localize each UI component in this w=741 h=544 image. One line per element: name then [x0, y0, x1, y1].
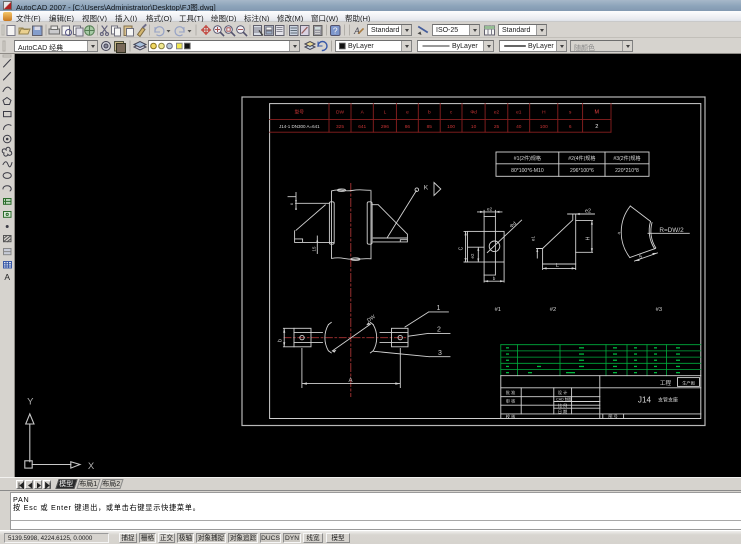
svg-text:L: L — [556, 263, 559, 269]
svg-text:6: 6 — [290, 203, 294, 205]
svg-text:DW: DW — [336, 110, 344, 116]
svg-text:#3(2件)规格: #3(2件)规格 — [613, 155, 640, 162]
svg-text:H: H — [585, 236, 591, 240]
svg-text:a: a — [616, 231, 622, 235]
svg-text:40: 40 — [516, 124, 522, 130]
svg-text:A: A — [361, 110, 365, 116]
svg-text:审 核: 审 核 — [506, 398, 516, 405]
svg-text:296*100*6: 296*100*6 — [570, 168, 594, 174]
svg-text:生产图: 生产图 — [682, 379, 695, 386]
svg-text:校 核: 校 核 — [506, 413, 516, 420]
svg-text:325: 325 — [336, 124, 344, 130]
svg-text:Y: Y — [27, 397, 34, 408]
svg-text:比 例: 比 例 — [558, 402, 568, 409]
svg-text:CAD 制图: CAD 制图 — [556, 397, 572, 402]
svg-text:A: A — [348, 378, 352, 384]
svg-text:c: c — [450, 111, 453, 116]
svg-text:K: K — [424, 185, 429, 192]
svg-text:A: A — [4, 272, 10, 282]
svg-text:C: C — [459, 246, 465, 250]
svg-text:工程: 工程 — [660, 379, 672, 387]
svg-text:3: 3 — [438, 350, 442, 357]
svg-text:b: b — [493, 276, 496, 281]
svg-text:86: 86 — [405, 124, 411, 130]
svg-text:支管支座: 支管支座 — [658, 397, 678, 404]
svg-text:25: 25 — [494, 124, 500, 130]
svg-text:e2: e2 — [470, 253, 475, 258]
svg-text:?: ? — [333, 26, 338, 36]
svg-text:#2(4件)规格: #2(4件)规格 — [568, 155, 595, 162]
svg-text:#3: #3 — [656, 307, 662, 313]
svg-text:e2: e2 — [487, 206, 493, 211]
svg-text:M: M — [595, 110, 600, 116]
svg-text:2: 2 — [595, 124, 598, 130]
svg-text:100: 100 — [540, 124, 548, 130]
svg-text:s: s — [569, 111, 572, 116]
svg-text:100: 100 — [447, 124, 455, 130]
svg-text:1: 1 — [437, 305, 441, 312]
svg-text:H: H — [542, 110, 546, 116]
svg-text:e2: e2 — [585, 208, 591, 214]
svg-text:85: 85 — [427, 124, 433, 130]
svg-text:设 计: 设 计 — [558, 389, 568, 396]
svg-text:#1: #1 — [495, 307, 501, 313]
svg-text:L: L — [384, 110, 387, 116]
svg-text:Φd: Φd — [509, 221, 518, 230]
svg-text:#1(2件)规格: #1(2件)规格 — [514, 155, 541, 162]
svg-text:图 号: 图 号 — [608, 414, 618, 420]
svg-text:X: X — [88, 461, 95, 472]
svg-text:e: e — [406, 111, 409, 116]
svg-text:Φd: Φd — [470, 110, 477, 116]
svg-text:e2: e2 — [494, 110, 500, 116]
svg-text:J14-1 DN300 A=641: J14-1 DN300 A=641 — [279, 124, 320, 129]
svg-text:批 准: 批 准 — [506, 389, 516, 396]
svg-text:DW: DW — [366, 314, 377, 324]
svg-text:#2: #2 — [550, 307, 556, 313]
svg-text:R=DW/2: R=DW/2 — [659, 227, 684, 234]
svg-text:b: b — [428, 110, 431, 116]
svg-text:641: 641 — [358, 124, 366, 130]
svg-text:e1: e1 — [531, 236, 536, 242]
svg-text:b: b — [278, 339, 284, 342]
svg-text:296: 296 — [381, 124, 389, 130]
svg-text:6: 6 — [569, 124, 572, 130]
svg-text:10: 10 — [471, 124, 477, 130]
svg-text:J14: J14 — [638, 395, 652, 404]
svg-text:e1: e1 — [516, 110, 522, 116]
svg-text:220*210*8: 220*210*8 — [615, 168, 639, 174]
svg-text:2: 2 — [437, 327, 441, 334]
svg-text:15: 15 — [311, 246, 316, 251]
svg-text:80*100*6-M10: 80*100*6-M10 — [511, 168, 544, 174]
svg-text:型号: 型号 — [294, 109, 304, 116]
svg-text:S: S — [638, 254, 644, 261]
